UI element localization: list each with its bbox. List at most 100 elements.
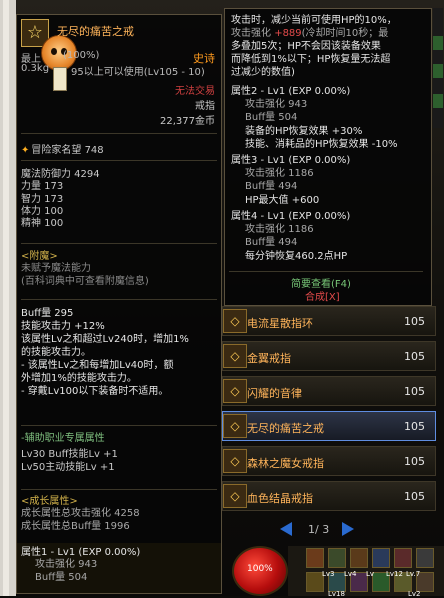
- tooltip-header: ☆ 无尽的痛苦之戒 最上 (100%) 史诗 0.3kg 95以上可以使用(Lv…: [17, 15, 221, 133]
- item-weight: 0.3kg: [21, 63, 50, 74]
- list-item-name: 无尽的痛苦之戒: [247, 422, 324, 435]
- prev-page-icon[interactable]: [280, 522, 292, 536]
- attr3-heading: 属性3 - Lv1 (EXP 0.00%): [231, 155, 351, 166]
- effect-line: 过减少的数值): [231, 67, 295, 78]
- enchant-line: (百科词典中可查看附魔信息): [21, 275, 149, 287]
- background-strip-inner: [3, 0, 9, 596]
- desc-line: 技能攻击力 +12%: [21, 321, 105, 332]
- divider: [21, 489, 217, 490]
- divider: [21, 160, 217, 161]
- item-description: Buff量 295 技能攻击力 +12% 该属性Lv之和超过Lv240时，增加1…: [21, 307, 217, 398]
- skill-slot[interactable]: [372, 548, 390, 568]
- side-button[interactable]: [433, 94, 443, 108]
- effect-cooldown: (冷却时间10秒；最: [301, 28, 389, 39]
- list-item-level: 105: [404, 315, 425, 328]
- hp-percent: 100%: [247, 564, 273, 574]
- next-page-icon[interactable]: [342, 522, 354, 536]
- list-item-name: 闪耀的音律: [247, 387, 302, 400]
- stat-row: 智力 173: [21, 193, 64, 205]
- skill-level: Lv12: [386, 570, 403, 578]
- skill-slot[interactable]: [350, 548, 368, 568]
- hp-orb: 100%: [232, 546, 288, 596]
- attr1-line: Buff量 504: [35, 571, 88, 583]
- effect-line: 多叠加5次；HP不会因该装备效果: [231, 41, 381, 52]
- desc-line: 外增加1%的技能攻击力。: [21, 373, 137, 384]
- magic-defense: 魔法防御力 4294: [21, 169, 100, 180]
- trade-status: 无法交易: [175, 86, 215, 97]
- attr-line: 技能、消耗品的HP恢复效果 -10%: [245, 139, 398, 150]
- desc-line: - 该属性Lv之和每增加Lv40时，额: [21, 360, 174, 371]
- list-item-name: 森林之魔女戒指: [247, 457, 324, 470]
- skill-level: Lv4: [344, 570, 357, 578]
- item-price: 22,377金币: [160, 116, 215, 127]
- list-item-name: 电流星散指环: [247, 317, 313, 330]
- divider: [229, 271, 423, 272]
- item-slot: 戒指: [195, 101, 215, 112]
- divider: [21, 299, 217, 300]
- synthesize-link[interactable]: 合成[X]: [305, 292, 340, 304]
- list-item[interactable]: ◇ 闪耀的音律 105: [222, 376, 436, 406]
- item-durability: (100%): [63, 50, 100, 61]
- ring-icon: ◇: [223, 344, 247, 368]
- effect-label: 攻击强化: [231, 28, 271, 39]
- list-item[interactable]: ◇ 金翼戒指 105: [222, 341, 436, 371]
- attr-line: 装备的HP恢复效果 +30%: [245, 126, 363, 137]
- list-item-selected[interactable]: ◇ 无尽的痛苦之戒 105: [222, 411, 436, 441]
- fame-row: ✦ 冒险家名望 748: [21, 141, 104, 156]
- skill-level: Lv.7: [406, 570, 421, 578]
- skill-slot[interactable]: [328, 548, 346, 568]
- desc-line: 该属性Lv之和超过Lv240时，增加1%: [21, 334, 189, 345]
- side-button[interactable]: [433, 36, 443, 50]
- ring-icon: ◇: [223, 309, 247, 333]
- desc-line: 的技能攻击力。: [21, 347, 91, 358]
- ring-icon: ◇: [223, 484, 247, 508]
- effect-line: 攻击时，减少当前可使用HP的10%，: [231, 15, 397, 26]
- skill-slot[interactable]: [306, 548, 324, 568]
- list-item[interactable]: ◇ 血色结晶戒指 105: [222, 481, 436, 511]
- attr-line: 每分钟恢复460.2点HP: [245, 251, 348, 262]
- attr-line: 攻击强化 1186: [245, 168, 314, 179]
- skill-level: Lv: [366, 570, 375, 578]
- list-item[interactable]: ◇ 森林之魔女戒指 105: [222, 446, 436, 476]
- attr1-section: 属性1 - Lv1 (EXP 0.00%) 攻击强化 943 Buff量 504: [21, 547, 217, 584]
- growth-line: 成长属性总攻击强化 4258: [21, 508, 140, 520]
- support-line: Lv50主动技能Lv +1: [21, 461, 115, 473]
- support-section: -辅助职业专属属性 Lv30 Buff技能Lv +1 Lv50主动技能Lv +1: [21, 433, 217, 474]
- skill-slot[interactable]: [416, 548, 434, 568]
- effect-line: 攻击强化 +889(冷却时间10秒；最: [231, 28, 388, 40]
- list-item-level: 105: [404, 350, 425, 363]
- attr-line: 攻击强化 1186: [245, 224, 314, 235]
- desc-line: - 穿戴Lv100以下装备时不适用。: [21, 386, 169, 397]
- list-item-name: 金翼戒指: [247, 352, 291, 365]
- fame-icon: ✦: [21, 145, 30, 156]
- fame-text: 冒险家名望 748: [31, 145, 104, 156]
- attr1-heading: 属性1 - Lv1 (EXP 0.00%): [21, 547, 141, 558]
- side-button[interactable]: [433, 64, 443, 78]
- skill-level: Lv18: [328, 590, 345, 598]
- attr4-heading: 属性4 - Lv1 (EXP 0.00%): [231, 211, 351, 222]
- scroll-icon: [53, 67, 67, 91]
- effect-line: 而降低到1%以下；HP恢复量无法超: [231, 54, 391, 65]
- skill-slot[interactable]: [394, 548, 412, 568]
- divider: [21, 243, 217, 244]
- list-item[interactable]: ◇ 电流星散指环 105: [222, 306, 436, 336]
- item-tooltip: ☆ 无尽的痛苦之戒 最上 (100%) 史诗 0.3kg 95以上可以使用(Lv…: [16, 14, 222, 594]
- attr-line: 攻击强化 943: [245, 99, 308, 110]
- list-item-level: 105: [404, 385, 425, 398]
- brief-view-link[interactable]: 简要查看(F4): [291, 279, 351, 291]
- ring-icon: ◇: [223, 449, 247, 473]
- options-tooltip: 攻击时，减少当前可使用HP的10%， 攻击强化 +889(冷却时间10秒；最 多…: [224, 8, 432, 306]
- item-name: 无尽的痛苦之戒: [57, 25, 134, 38]
- divider: [21, 133, 217, 134]
- growth-section: <成长属性> 成长属性总攻击强化 4258 成长属性总Buff量 1996: [21, 496, 217, 533]
- enchant-section: <附魔> 未赋予魔法能力 (百科词典中可查看附魔信息): [21, 251, 217, 288]
- pagination: 1/ 3: [280, 518, 360, 540]
- attr-line: Buff量 504: [245, 112, 298, 123]
- divider: [21, 425, 217, 426]
- page-indicator: 1/ 3: [308, 523, 330, 536]
- attr2-heading: 属性2 - Lv1 (EXP 0.00%): [231, 86, 351, 97]
- stat-row: 精神 100: [21, 218, 64, 230]
- attr-line: Buff量 494: [245, 181, 298, 192]
- list-item-level: 105: [404, 455, 425, 468]
- list-item-level: 105: [404, 420, 425, 433]
